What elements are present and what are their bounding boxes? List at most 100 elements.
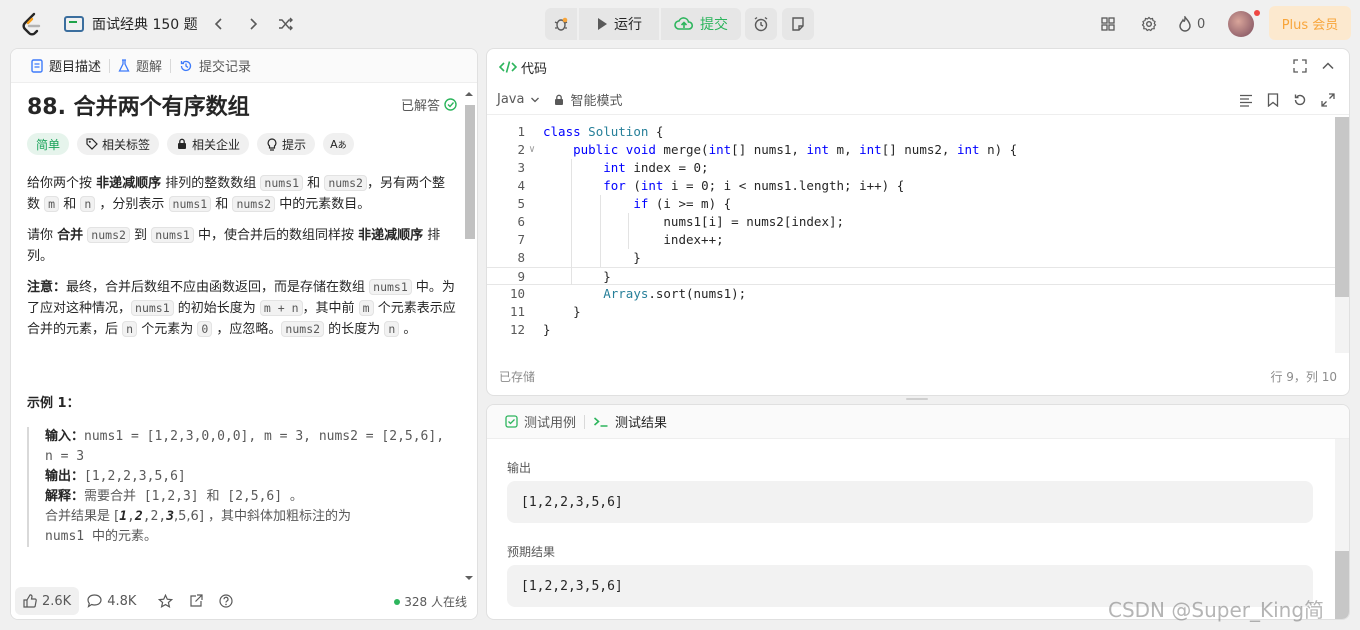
- editor-toolbar: Java 智能模式: [487, 85, 1349, 115]
- translate-icon: Aあ: [330, 137, 347, 151]
- code-line[interactable]: 1 class Solution {: [487, 123, 1337, 141]
- code-line[interactable]: 8 }: [487, 249, 1337, 267]
- run-button[interactable]: 运行: [579, 8, 659, 40]
- description-paragraph-2: 请你 合并 nums2 到 nums1 中，使合并后的数组同样按 非递减顺序 排…: [27, 227, 441, 264]
- code-text: }: [543, 250, 641, 265]
- translate-button[interactable]: Aあ: [323, 133, 354, 155]
- description-scrollbar[interactable]: [463, 87, 475, 583]
- streak-count: 0: [1197, 16, 1206, 32]
- collapse-chevron-up-icon[interactable]: [1321, 59, 1335, 73]
- layout-button[interactable]: [1098, 14, 1118, 34]
- code-text: }: [543, 322, 551, 337]
- related-tags-button[interactable]: 相关标签: [77, 133, 160, 155]
- leetcode-logo[interactable]: [20, 12, 44, 36]
- line-number: 5: [517, 196, 525, 211]
- comments-button[interactable]: 4.8K: [79, 587, 144, 615]
- code-text: for (int i = 0; i < nums1.length; i++) {: [603, 178, 905, 193]
- code-line[interactable]: 9 }: [487, 267, 1337, 285]
- test-result-body: 输出 [1,2,2,3,5,6] 预期结果 [1,2,2,3,5,6]: [487, 439, 1337, 619]
- scroll-down-arrow-icon[interactable]: [463, 573, 475, 583]
- like-button[interactable]: 2.6K: [15, 587, 80, 615]
- code-line[interactable]: 4 for (int i = 0; i < nums1.length; i++)…: [487, 177, 1337, 195]
- scroll-up-arrow-icon[interactable]: [463, 89, 475, 99]
- next-problem-button[interactable]: [241, 12, 265, 36]
- debug-button[interactable]: [545, 8, 577, 40]
- panel-resize-handle[interactable]: [906, 398, 928, 400]
- random-problem-button[interactable]: [274, 12, 298, 36]
- code-line[interactable]: 11 }: [487, 303, 1337, 321]
- problem-list-button[interactable]: 面试经典 150 题: [64, 12, 198, 36]
- streak-counter[interactable]: 0: [1178, 14, 1214, 34]
- line-number: 7: [517, 232, 525, 247]
- description-panel: 题目描述 题解 提交记录 88. 合并两个有序数组 已解答 简单 相关标签 相关…: [10, 48, 478, 620]
- comment-count: 4.8K: [107, 593, 137, 609]
- bookmark-icon[interactable]: [1267, 93, 1279, 107]
- code-text: }: [543, 304, 581, 319]
- line-number: 1: [517, 124, 525, 139]
- code-line[interactable]: 6 nums1[i] = nums2[index];: [487, 213, 1337, 231]
- chevron-right-icon: [250, 18, 258, 30]
- problem-title[interactable]: 88. 合并两个有序数组: [27, 89, 250, 121]
- fullscreen-icon[interactable]: [1293, 59, 1307, 73]
- timer-button[interactable]: [745, 8, 777, 40]
- tab-submissions[interactable]: 提交记录: [171, 49, 259, 83]
- line-number: 3: [517, 160, 525, 175]
- settings-button[interactable]: [1139, 14, 1159, 34]
- description-paragraph-3: 注意：最终，合并后数组不应由函数返回，而是存储在数组 nums1 中。为了应对这…: [27, 279, 456, 337]
- hint-button[interactable]: 提示: [257, 133, 316, 155]
- related-companies-button[interactable]: 相关企业: [167, 133, 250, 155]
- document-icon: [31, 58, 43, 73]
- scrollbar-thumb[interactable]: [465, 105, 475, 239]
- tab-solutions[interactable]: 题解: [110, 49, 170, 83]
- lightbulb-icon: [267, 137, 277, 151]
- code-line[interactable]: 3 int index = 0;: [487, 159, 1337, 177]
- tab-description[interactable]: 题目描述: [23, 49, 109, 83]
- user-avatar[interactable]: [1228, 11, 1254, 37]
- code-line[interactable]: 10 Arrays.sort(nums1);: [487, 285, 1337, 303]
- shuffle-icon: [279, 17, 293, 31]
- format-lines-icon[interactable]: [1239, 93, 1253, 107]
- related-tags-label: 相关标签: [102, 137, 151, 152]
- scrollbar-thumb[interactable]: [1335, 551, 1349, 619]
- solved-label: 已解答: [400, 99, 440, 114]
- fold-chevron-icon[interactable]: ∨: [529, 141, 535, 159]
- share-button[interactable]: [181, 587, 211, 615]
- tab-submissions-label: 提交记录: [199, 60, 252, 75]
- lock-icon: [555, 94, 564, 105]
- alarm-clock-icon: [754, 16, 768, 32]
- help-button[interactable]: [211, 587, 241, 615]
- indent-guide: [571, 159, 572, 285]
- flame-icon: [1179, 16, 1191, 32]
- prev-problem-button[interactable]: [207, 12, 231, 36]
- language-select[interactable]: Java: [497, 92, 540, 107]
- code-line[interactable]: 2 ∨ public void merge(int[] nums1, int m,…: [487, 141, 1337, 159]
- smart-mode-toggle[interactable]: 智能模式: [554, 90, 622, 109]
- expand-icon[interactable]: [1321, 93, 1335, 107]
- result-scrollbar[interactable]: [1335, 439, 1349, 619]
- code-area[interactable]: 1 class Solution {2 ∨ public void merge(in…: [487, 123, 1337, 363]
- editor-scrollbar[interactable]: [1335, 117, 1349, 353]
- save-status: 已存储: [499, 370, 536, 384]
- run-submit-group: 运行 提交: [545, 8, 741, 40]
- tab-testcase[interactable]: 测试用例: [497, 405, 584, 439]
- notes-button[interactable]: [782, 8, 814, 40]
- code-line[interactable]: 5 if (i >= m) {: [487, 195, 1337, 213]
- grid-layout-icon: [1101, 17, 1115, 31]
- line-number: 6: [517, 214, 525, 229]
- example-block: 输入：nums1 = [1,2,3,0,0,0], m = 3, nums2 =…: [27, 427, 457, 547]
- plus-membership-button[interactable]: Plus 会员: [1269, 6, 1351, 40]
- run-label: 运行: [614, 17, 642, 33]
- expected-label: 预期结果: [507, 545, 556, 559]
- scrollbar-thumb[interactable]: [1335, 117, 1349, 297]
- tab-test-result[interactable]: 测试结果: [585, 405, 675, 439]
- code-line[interactable]: 12}: [487, 321, 1337, 339]
- code-text: }: [543, 269, 611, 284]
- reset-icon[interactable]: [1293, 93, 1307, 107]
- favorite-button[interactable]: [150, 587, 181, 615]
- submit-button[interactable]: 提交: [661, 8, 741, 40]
- difficulty-badge: 简单: [27, 133, 70, 155]
- description-footer: 2.6K 4.8K 328 人在线: [11, 583, 477, 619]
- history-icon: [180, 60, 192, 71]
- code-line[interactable]: 7 index++;: [487, 231, 1337, 249]
- line-number: 9: [517, 269, 525, 284]
